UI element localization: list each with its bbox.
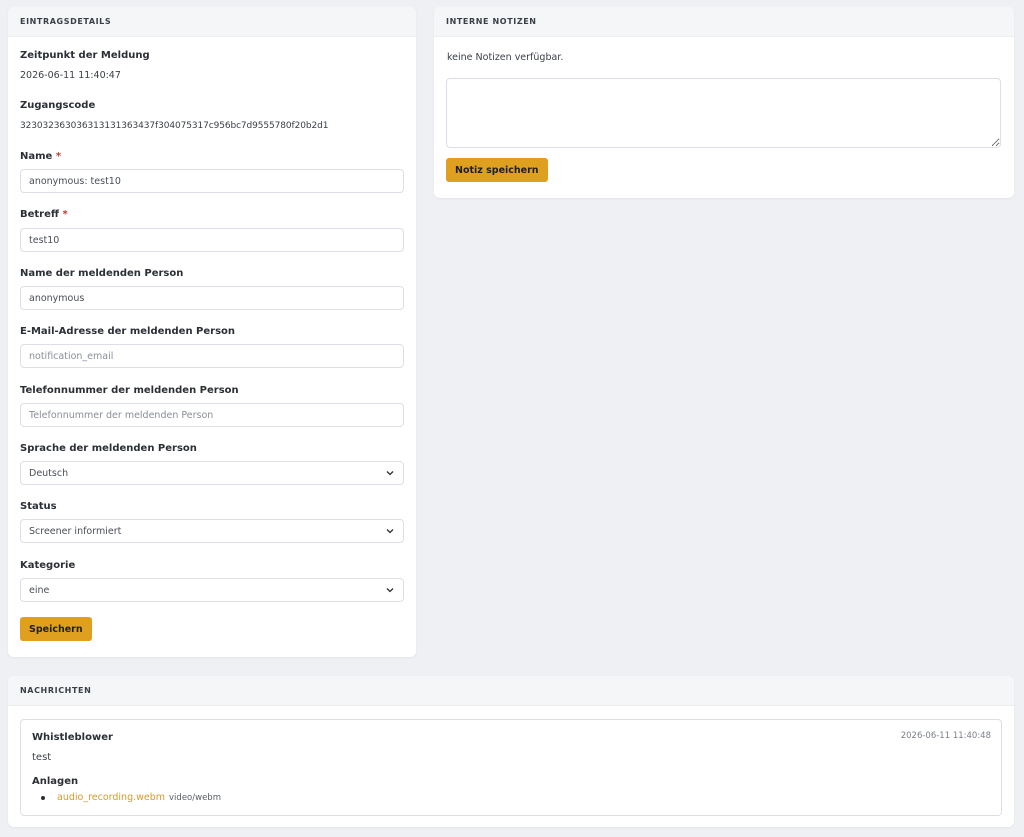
subject-label-text: Betreff: [20, 209, 59, 220]
bullet-icon: [41, 795, 45, 800]
details-card-header: EINTRAGSDETAILS: [8, 7, 416, 37]
name-label: Name *: [20, 151, 61, 162]
subject-input[interactable]: [20, 228, 404, 252]
notes-card-header: INTERNE NOTIZEN: [434, 7, 1014, 37]
category-select-value: eine: [29, 584, 50, 596]
message-timestamp: 2026-06-11 11:40:48: [900, 731, 991, 741]
access-code-value: 323032363036313131363437f304075317c956bc…: [20, 121, 329, 131]
chevron-down-icon: [386, 529, 394, 534]
message-author: Whistleblower: [32, 732, 113, 743]
notes-empty-text: keine Notizen verfügbar.: [447, 52, 564, 63]
save-note-button[interactable]: Notiz speichern: [446, 158, 548, 182]
chevron-down-icon: [386, 588, 394, 593]
email-label: E-Mail-Adresse der meldenden Person: [20, 326, 236, 337]
reporter-name-label: Name der meldenden Person: [20, 268, 184, 279]
attachments-label: Anlagen: [32, 776, 79, 787]
messages-card-header: NACHRICHTEN: [8, 676, 1014, 706]
time-label: Zeitpunkt der Meldung: [20, 50, 150, 61]
category-select[interactable]: eine: [20, 578, 404, 602]
details-card: EINTRAGSDETAILS Zeitpunkt der Meldung 20…: [8, 7, 416, 657]
phone-input[interactable]: [20, 403, 404, 427]
language-select-value: Deutsch: [29, 467, 69, 479]
notes-card: INTERNE NOTIZEN keine Notizen verfügbar.…: [434, 7, 1014, 198]
name-input[interactable]: [20, 169, 404, 193]
status-select-value: Screener informiert: [29, 525, 122, 537]
save-button[interactable]: Speichern: [20, 617, 92, 641]
language-select[interactable]: Deutsch: [20, 461, 404, 485]
phone-label: Telefonnummer der meldenden Person: [20, 385, 239, 396]
email-input[interactable]: [20, 344, 404, 368]
category-label: Kategorie: [20, 560, 76, 571]
required-marker: *: [55, 151, 62, 162]
access-code-label: Zugangscode: [20, 100, 96, 111]
attachment-link[interactable]: audio_recording.webm: [57, 792, 165, 803]
status-label: Status: [20, 501, 57, 512]
message-text: test: [32, 752, 52, 763]
required-marker: *: [62, 209, 68, 220]
subject-label: Betreff *: [20, 209, 68, 220]
name-label-text: Name: [20, 151, 53, 162]
attachment-type: video/webm: [169, 792, 221, 803]
note-textarea[interactable]: [446, 78, 1001, 148]
message-item: Whistleblower 2026-06-11 11:40:48 test A…: [20, 719, 1002, 816]
status-select[interactable]: Screener informiert: [20, 519, 404, 543]
messages-card: NACHRICHTEN Whistleblower 2026-06-11 11:…: [8, 676, 1014, 827]
time-value: 2026-06-11 11:40:47: [20, 70, 121, 81]
chevron-down-icon: [386, 471, 394, 476]
reporter-name-input[interactable]: [20, 286, 404, 310]
language-label: Sprache der meldenden Person: [20, 443, 197, 454]
attachment-item: audio_recording.webm video/webm: [41, 792, 221, 803]
